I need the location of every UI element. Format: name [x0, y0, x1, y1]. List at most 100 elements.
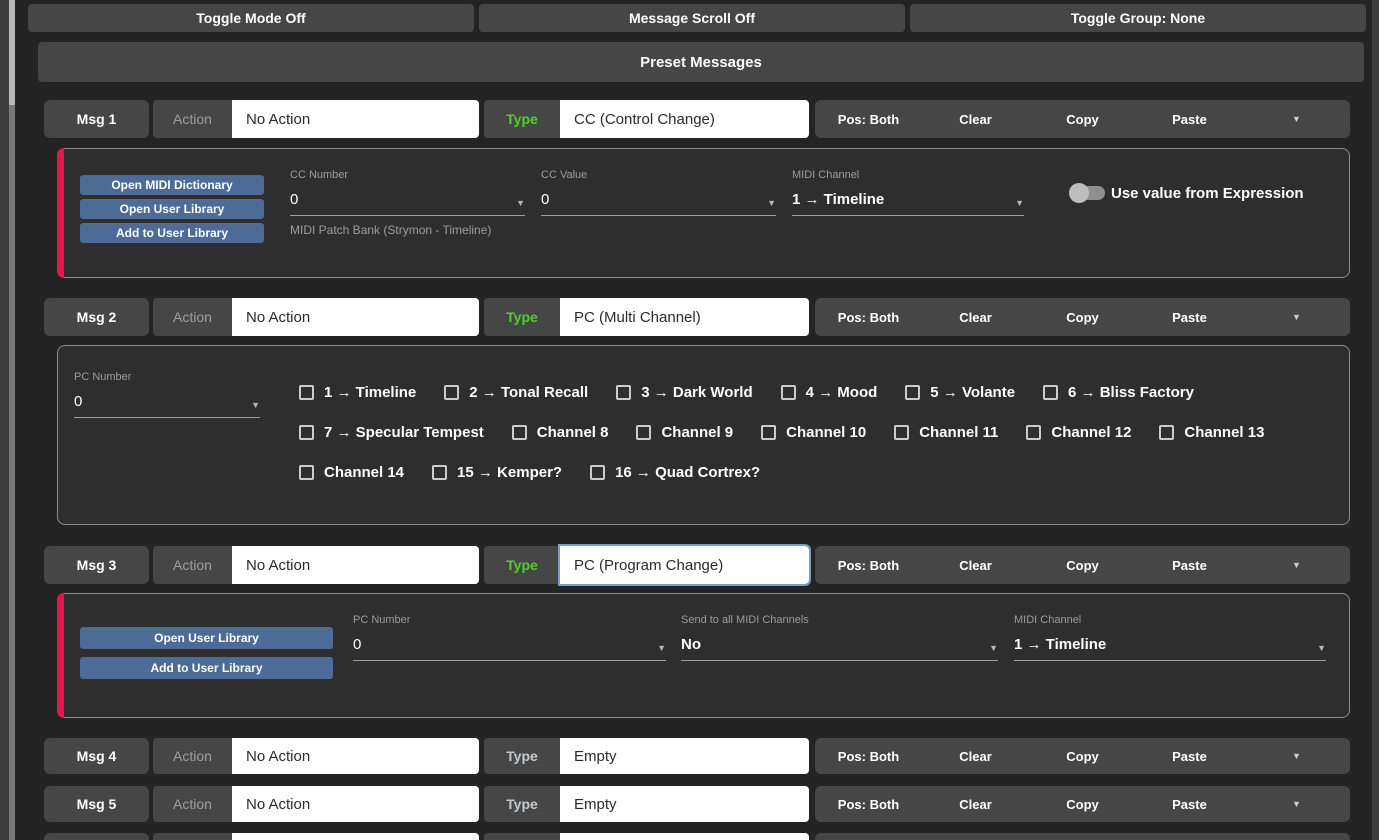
cc-number-value: 0: [290, 191, 298, 208]
msg3-type-label: Type: [484, 546, 560, 584]
msg1-panel: Open MIDI Dictionary Open User Library A…: [57, 148, 1350, 278]
cc-value-select[interactable]: 0 ▼: [541, 191, 776, 216]
open-user-library-button[interactable]: Open User Library: [80, 199, 264, 219]
msg2-clear-button[interactable]: Clear: [922, 310, 1029, 325]
channel-15-checkbox[interactable]: 15 → Kemper?: [432, 464, 562, 481]
pc-number-value-2: 0: [353, 636, 361, 653]
channel-8-label: Channel 8: [537, 424, 609, 441]
toggle-mode-button[interactable]: Toggle Mode Off: [28, 4, 474, 32]
midi-channel-label-2: MIDI Channel: [1014, 614, 1326, 626]
channel-3-checkbox[interactable]: 3 → Dark World: [616, 384, 752, 401]
msg4-type-select[interactable]: Empty: [560, 738, 809, 774]
msg4-dropdown-caret-icon[interactable]: ▼: [1243, 751, 1350, 761]
send-all-channels-select[interactable]: No ▼: [681, 636, 998, 661]
msg2-button[interactable]: Msg 2: [44, 298, 149, 336]
msg2-action-select[interactable]: No Action: [232, 298, 479, 336]
msg1-action-select[interactable]: No Action: [232, 100, 479, 138]
msg5-button[interactable]: Msg 5: [44, 786, 149, 822]
scrollbar-thumb[interactable]: [9, 0, 15, 105]
msg3-row: Msg 3 Action No Action Type PC (Program …: [44, 546, 1350, 584]
msg1-dropdown-caret-icon[interactable]: ▼: [1243, 114, 1350, 124]
cc-number-select[interactable]: 0 ▼: [290, 191, 525, 216]
channel-2-checkbox[interactable]: 2 → Tonal Recall: [444, 384, 588, 401]
msg6-button[interactable]: [44, 833, 149, 840]
channel-checkbox-grid: 1 → Timeline 2 → Tonal Recall 3 → Dark W…: [299, 383, 1264, 503]
channel-13-label: Channel 13: [1184, 424, 1264, 441]
channel-5-checkbox[interactable]: 5 → Volante: [905, 384, 1015, 401]
checkbox-icon: [512, 425, 527, 440]
msg4-pos-button[interactable]: Pos: Both: [815, 749, 922, 764]
scrollbar-track[interactable]: [9, 0, 15, 840]
msg1-copy-button[interactable]: Copy: [1029, 112, 1136, 127]
channel-12-checkbox[interactable]: Channel 12: [1026, 424, 1131, 441]
msg5-type-select[interactable]: Empty: [560, 786, 809, 822]
channel-6-checkbox[interactable]: 6 → Bliss Factory: [1043, 384, 1194, 401]
add-to-user-library-button-2[interactable]: Add to User Library: [80, 657, 333, 679]
cc-value-caret-icon: ▼: [767, 198, 776, 208]
expression-toggle[interactable]: [1071, 183, 1107, 203]
midi-channel-select[interactable]: 1 → Timeline ▼: [792, 191, 1024, 216]
channel-9-checkbox[interactable]: Channel 9: [636, 424, 733, 441]
msg5-dropdown-caret-icon[interactable]: ▼: [1243, 799, 1350, 809]
msg2-type-select[interactable]: PC (Multi Channel): [560, 298, 809, 336]
toggle-knob: [1069, 183, 1089, 203]
msg1-button[interactable]: Msg 1: [44, 100, 149, 138]
cc-number-caret-icon: ▼: [516, 198, 525, 208]
channel-13-checkbox[interactable]: Channel 13: [1159, 424, 1264, 441]
msg6-action-select[interactable]: [232, 833, 479, 840]
open-user-library-button-2[interactable]: Open User Library: [80, 627, 333, 649]
msg4-paste-button[interactable]: Paste: [1136, 749, 1243, 764]
channel-1-checkbox[interactable]: 1 → Timeline: [299, 384, 416, 401]
msg3-clear-button[interactable]: Clear: [922, 558, 1029, 573]
checkbox-icon: [636, 425, 651, 440]
channel-8-checkbox[interactable]: Channel 8: [512, 424, 609, 441]
msg1-actions-bar: Pos: Both Clear Copy Paste ▼: [815, 100, 1350, 138]
pc-number-value: 0: [74, 393, 82, 410]
msg2-copy-button[interactable]: Copy: [1029, 310, 1136, 325]
checkbox-icon: [299, 465, 314, 480]
msg3-dropdown-caret-icon[interactable]: ▼: [1243, 560, 1350, 570]
msg5-copy-button[interactable]: Copy: [1029, 797, 1136, 812]
cc-value-label: CC Value: [541, 169, 776, 181]
msg5-paste-button[interactable]: Paste: [1136, 797, 1243, 812]
send-all-channels-label: Send to all MIDI Channels: [681, 614, 998, 626]
midi-channel-select-2[interactable]: 1 → Timeline ▼: [1014, 636, 1326, 661]
channel-10-checkbox[interactable]: Channel 10: [761, 424, 866, 441]
open-midi-dictionary-button[interactable]: Open MIDI Dictionary: [80, 175, 264, 195]
msg4-action-select[interactable]: No Action: [232, 738, 479, 774]
msg3-copy-button[interactable]: Copy: [1029, 558, 1136, 573]
msg2-paste-button[interactable]: Paste: [1136, 310, 1243, 325]
msg3-type-select[interactable]: PC (Program Change): [560, 546, 809, 584]
add-to-user-library-button[interactable]: Add to User Library: [80, 223, 264, 243]
msg5-action-select[interactable]: No Action: [232, 786, 479, 822]
channel-16-checkbox[interactable]: 16 → Quad Cortrex?: [590, 464, 760, 481]
msg1-clear-button[interactable]: Clear: [922, 112, 1029, 127]
pc-number-select-2[interactable]: 0 ▼: [353, 636, 666, 661]
toggle-group-button[interactable]: Toggle Group: None: [910, 4, 1366, 32]
msg1-paste-button[interactable]: Paste: [1136, 112, 1243, 127]
msg4-copy-button[interactable]: Copy: [1029, 749, 1136, 764]
msg5-clear-button[interactable]: Clear: [922, 797, 1029, 812]
channel-1-label: 1 → Timeline: [324, 384, 416, 401]
msg3-button[interactable]: Msg 3: [44, 546, 149, 584]
msg1-type-select[interactable]: CC (Control Change): [560, 100, 809, 138]
msg3-paste-button[interactable]: Paste: [1136, 558, 1243, 573]
channel-7-checkbox[interactable]: 7 → Specular Tempest: [299, 424, 484, 441]
msg1-pos-button[interactable]: Pos: Both: [815, 112, 922, 127]
pc-number-select[interactable]: 0 ▼: [74, 393, 260, 418]
msg3-pos-button[interactable]: Pos: Both: [815, 558, 922, 573]
msg1-action-label: Action: [153, 100, 232, 138]
message-scroll-button[interactable]: Message Scroll Off: [479, 4, 905, 32]
msg6-type-select[interactable]: [560, 833, 809, 840]
channel-4-checkbox[interactable]: 4 → Mood: [781, 384, 878, 401]
msg5-pos-button[interactable]: Pos: Both: [815, 797, 922, 812]
checkbox-icon: [905, 385, 920, 400]
msg2-pos-button[interactable]: Pos: Both: [815, 310, 922, 325]
msg2-dropdown-caret-icon[interactable]: ▼: [1243, 312, 1350, 322]
channel-14-checkbox[interactable]: Channel 14: [299, 464, 404, 481]
channel-11-checkbox[interactable]: Channel 11: [894, 424, 998, 441]
msg3-action-select[interactable]: No Action: [232, 546, 479, 584]
msg4-clear-button[interactable]: Clear: [922, 749, 1029, 764]
send-all-channels-value: No: [681, 636, 701, 653]
msg4-button[interactable]: Msg 4: [44, 738, 149, 774]
